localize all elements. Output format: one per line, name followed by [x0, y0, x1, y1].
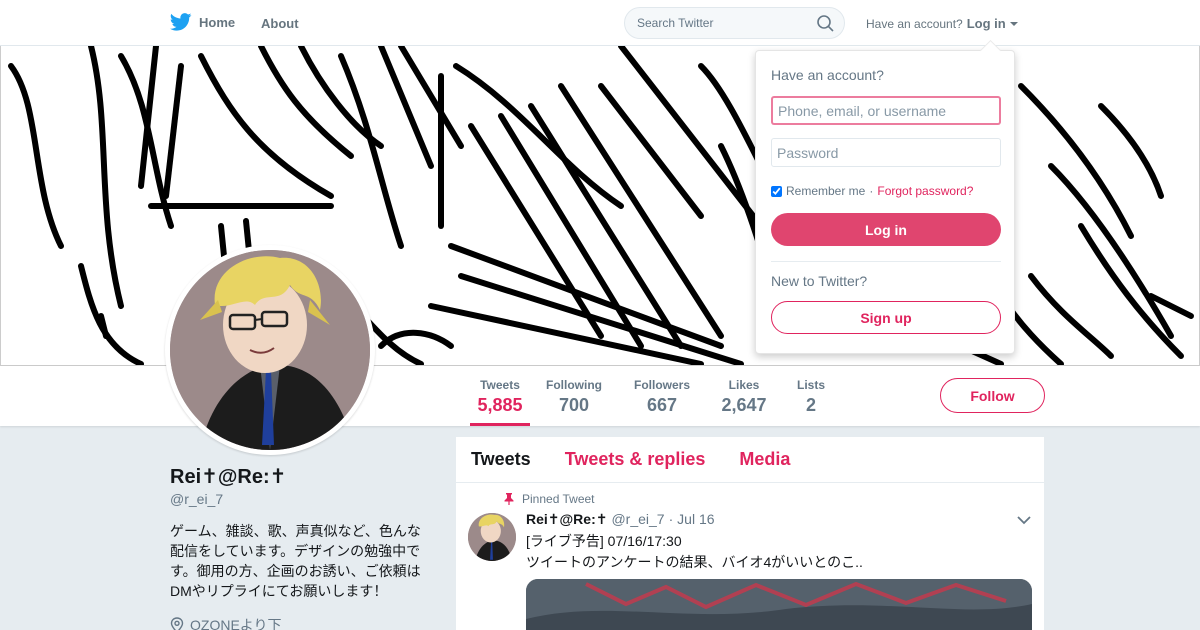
remember-me-row: Remember me · Forgot password?: [771, 184, 973, 198]
remember-me-label[interactable]: Remember me: [786, 184, 865, 198]
new-to-twitter-text: New to Twitter?: [771, 273, 868, 289]
stat-lists-value: 2: [805, 395, 816, 415]
stat-tweets-label: Tweets: [480, 378, 520, 392]
profile-location: OZONEより下: [170, 615, 282, 630]
username-input[interactable]: [771, 96, 1001, 125]
tab-tweets-and-replies[interactable]: Tweets & replies: [565, 449, 706, 470]
remember-me-checkbox[interactable]: [771, 185, 782, 197]
stat-following-value: 700: [558, 395, 590, 415]
stat-likes-label: Likes: [728, 378, 760, 392]
avatar-image: [170, 250, 370, 450]
profile-avatar[interactable]: [165, 245, 375, 455]
stat-followers-label: Followers: [633, 378, 690, 392]
tweet-avatar[interactable]: [468, 513, 516, 561]
timeline-tabs: Tweets Tweets & replies Media: [456, 437, 1044, 483]
profile-name[interactable]: Rei✝@Re:✝: [170, 464, 286, 489]
tweet-text: [ライブ予告] 07/16/17:30 ツイートのアンケートの結果、バイオ4がい…: [526, 531, 1006, 573]
pinned-tweet-indicator: Pinned Tweet: [504, 492, 595, 506]
login-dropdown-toggle[interactable]: Log in: [967, 16, 1006, 31]
chevron-down-icon[interactable]: [1017, 515, 1031, 525]
search-box: [624, 7, 845, 39]
location-icon: [170, 617, 184, 630]
password-input[interactable]: [771, 138, 1001, 167]
forgot-password-link[interactable]: Forgot password?: [877, 184, 973, 198]
account-prompt: Have an account? Log in: [866, 16, 1018, 31]
stat-likes[interactable]: Likes 2,647: [718, 378, 770, 426]
stat-lists[interactable]: Lists 2: [794, 378, 828, 426]
signup-button[interactable]: Sign up: [771, 301, 1001, 334]
tweet-media-image[interactable]: [526, 579, 1032, 630]
tweet-text-line-2: ツイートのアンケートの結果、バイオ4がいいとのこ..: [526, 554, 863, 570]
tweet-author-name[interactable]: Rei✝@Re:✝: [526, 511, 607, 528]
stat-tweets-value: 5,885: [477, 395, 523, 415]
profile-location-text: OZONEより下: [190, 617, 282, 630]
search-icon[interactable]: [817, 15, 834, 32]
pin-icon: [504, 493, 514, 505]
tweet-header: Rei✝@Re:✝ @r_ei_7 · Jul 16: [526, 511, 715, 528]
pinned-tweet-label: Pinned Tweet: [522, 492, 595, 506]
caret-down-icon[interactable]: [1009, 22, 1018, 26]
stat-following-label: Following: [546, 378, 602, 392]
login-dropdown-title: Have an account?: [771, 67, 884, 83]
follow-button[interactable]: Follow: [940, 378, 1045, 413]
top-navigation-bar: Home About Have an account? Log in: [0, 0, 1200, 46]
login-dropdown: Have an account? Remember me · Forgot pa…: [755, 50, 1015, 354]
dropdown-divider: [771, 261, 1001, 262]
search-input[interactable]: [637, 8, 812, 38]
stat-following[interactable]: Following 700: [544, 378, 604, 426]
profile-handle[interactable]: @r_ei_7: [170, 491, 223, 507]
login-button[interactable]: Log in: [771, 213, 1001, 246]
tweet-author-handle[interactable]: @r_ei_7: [611, 511, 664, 527]
nav-about-link[interactable]: About: [261, 16, 299, 31]
stat-followers[interactable]: Followers 667: [632, 378, 692, 426]
stat-followers-value: 667: [646, 395, 678, 415]
tab-tweets[interactable]: Tweets: [471, 449, 531, 470]
stat-likes-value: 2,647: [721, 395, 767, 415]
timeline-panel: Tweets Tweets & replies Media Pinned Twe…: [456, 437, 1044, 630]
tweet-date[interactable]: · Jul 16: [669, 511, 715, 527]
nav-home-link[interactable]: Home: [170, 13, 235, 31]
tweet-text-line-1: [ライブ予告] 07/16/17:30: [526, 533, 682, 549]
stat-lists-label: Lists: [796, 378, 825, 392]
tab-media[interactable]: Media: [739, 449, 790, 470]
stat-tweets[interactable]: Tweets 5,885: [470, 378, 530, 426]
profile-bio: ゲーム、雑談、歌、声真似など、色んな配信をしています。デザインの勉強中です。御用…: [170, 523, 421, 599]
account-prompt-text: Have an account?: [866, 16, 963, 31]
remember-separator: ·: [869, 184, 874, 198]
twitter-bird-icon: [170, 13, 192, 31]
nav-home-label: Home: [199, 14, 236, 30]
